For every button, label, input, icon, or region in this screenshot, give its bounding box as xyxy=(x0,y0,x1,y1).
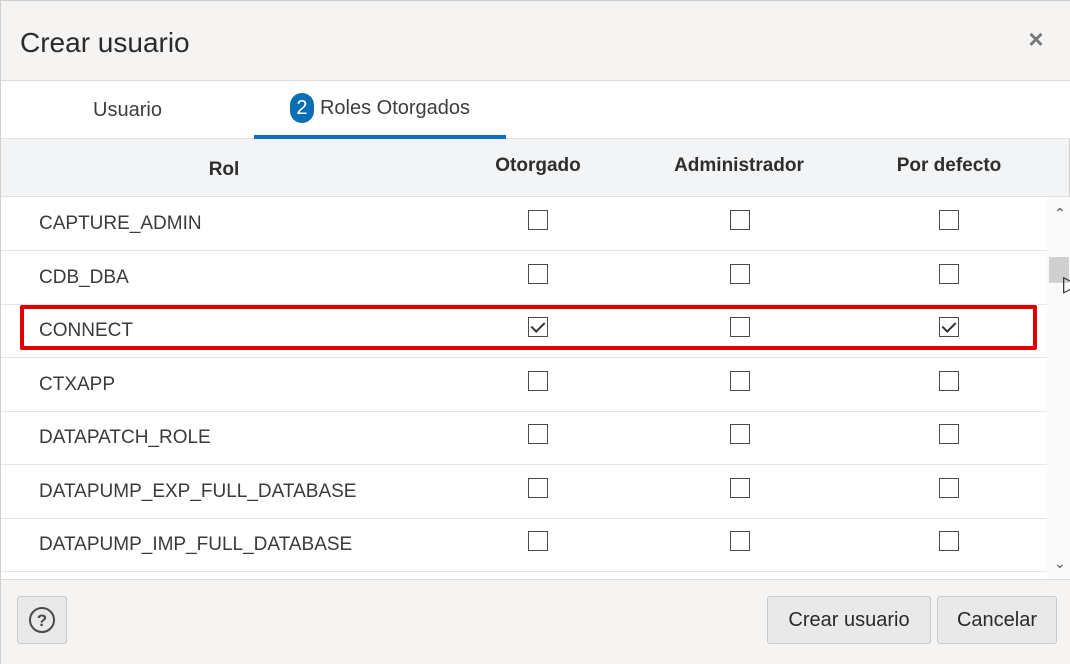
table-row: CTXAPP xyxy=(1,358,1047,412)
administrador-checkbox[interactable] xyxy=(730,263,750,284)
role-name: CONNECT xyxy=(39,320,133,341)
column-header-otorgado[interactable]: Otorgado xyxy=(447,137,629,195)
scroll-up-icon[interactable]: ⌃ xyxy=(1054,205,1066,222)
por-defecto-checkbox[interactable] xyxy=(939,477,959,498)
role-name: DATAPATCH_ROLE xyxy=(39,427,211,448)
tab-usuario[interactable]: Usuario xyxy=(1,81,254,139)
table-row: CDB_DBA xyxy=(1,251,1047,305)
column-header-administrador[interactable]: Administrador xyxy=(629,137,849,195)
por-defecto-checkbox[interactable] xyxy=(939,263,959,284)
administrador-checkbox[interactable] xyxy=(730,317,750,337)
otorgado-checkbox[interactable] xyxy=(528,477,548,498)
por-defecto-checkbox[interactable] xyxy=(939,424,959,444)
tab-roles-label: Roles Otorgados xyxy=(319,96,471,119)
mouse-cursor-icon: ▷ xyxy=(1063,271,1070,297)
tab-usuario-label: Usuario xyxy=(93,98,162,121)
dialog-title: Crear usuario xyxy=(20,27,190,58)
step-badge: 2 xyxy=(289,93,314,123)
role-name: DATAPUMP_IMP_FULL_DATABASE xyxy=(39,534,353,555)
administrador-checkbox[interactable] xyxy=(730,424,750,444)
tab-roles-otorgados[interactable]: 2 Roles Otorgados xyxy=(254,81,506,139)
table-row: DATAPATCH_ROLE xyxy=(1,411,1047,465)
administrador-checkbox[interactable] xyxy=(730,210,750,230)
role-name: CAPTURE_ADMIN xyxy=(39,213,202,234)
otorgado-checkbox[interactable] xyxy=(528,424,548,444)
por-defecto-checkbox[interactable] xyxy=(939,370,959,391)
help-icon: ? xyxy=(29,607,55,633)
table-row: CONNECT xyxy=(1,304,1047,358)
administrador-checkbox[interactable] xyxy=(730,477,750,498)
otorgado-checkbox[interactable] xyxy=(528,210,548,230)
role-name: CDB_DBA xyxy=(39,266,129,288)
create-user-button[interactable]: Crear usuario xyxy=(767,596,931,644)
column-header-rol[interactable]: Rol xyxy=(1,141,447,199)
scroll-down-icon[interactable]: ⌄ xyxy=(1054,555,1066,572)
dialog-header: Crear usuario × xyxy=(1,1,1070,81)
table-row: CAPTURE_ADMIN xyxy=(1,197,1047,251)
close-icon[interactable]: × xyxy=(1021,25,1051,55)
role-name: CTXAPP xyxy=(39,373,116,395)
role-name: DATAPUMP_EXP_FULL_DATABASE xyxy=(39,480,357,502)
dialog-footer: ? Crear usuario Cancelar xyxy=(1,579,1070,664)
por-defecto-checkbox[interactable] xyxy=(939,317,959,337)
cancel-button[interactable]: Cancelar xyxy=(937,596,1057,644)
create-user-dialog: Crear usuario × Usuario 2 Roles Otorgado… xyxy=(0,0,1070,664)
table-header: Rol Otorgado Administrador Por defecto xyxy=(1,139,1069,197)
tab-bar: Usuario 2 Roles Otorgados xyxy=(1,81,1070,139)
otorgado-checkbox[interactable] xyxy=(528,317,548,337)
otorgado-checkbox[interactable] xyxy=(528,263,548,284)
column-header-por-defecto[interactable]: Por defecto xyxy=(849,137,1049,195)
help-button[interactable]: ? xyxy=(17,596,67,644)
administrador-checkbox[interactable] xyxy=(730,370,750,391)
por-defecto-checkbox[interactable] xyxy=(939,210,959,230)
administrador-checkbox[interactable] xyxy=(730,531,750,551)
por-defecto-checkbox[interactable] xyxy=(939,531,959,551)
otorgado-checkbox[interactable] xyxy=(528,370,548,391)
scrollbar[interactable]: ⌃ ⌄ xyxy=(1047,197,1070,579)
roles-table-body: CAPTURE_ADMIN CDB_DBA CONNECT CTXAPP DATAPAT… xyxy=(1,197,1047,579)
otorgado-checkbox[interactable] xyxy=(528,531,548,551)
table-row: DATAPUMP_IMP_FULL_DATABASE xyxy=(1,518,1047,572)
table-row: DATAPUMP_EXP_FULL_DATABASE xyxy=(1,465,1047,519)
